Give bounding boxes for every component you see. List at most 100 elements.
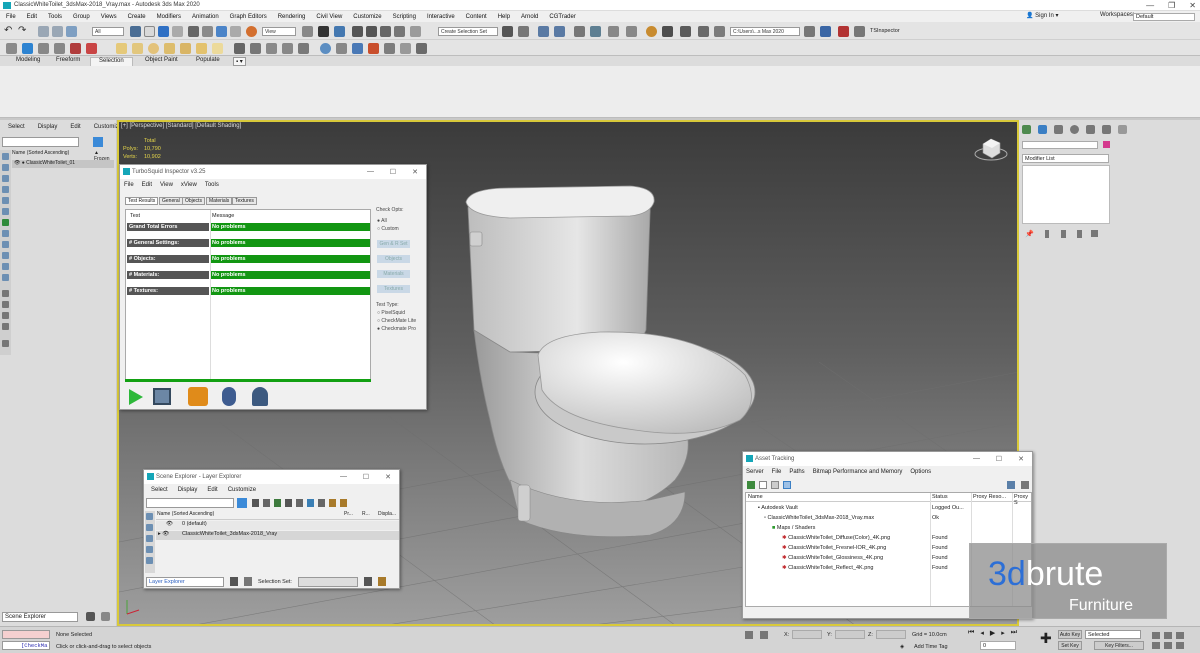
le-camera-filter-icon[interactable] [146, 546, 153, 553]
selection-set-select[interactable] [298, 577, 358, 587]
radio-checkmate-pro[interactable]: ● Checkmate Pro [377, 326, 416, 332]
materials-button[interactable]: Materials [377, 270, 410, 278]
go-to-end-icon[interactable]: ⏭ [1011, 629, 1017, 637]
scene-explorer-select[interactable]: Scene Explorer [2, 612, 78, 622]
asset-row[interactable]: ✱ ClassicWhiteToilet_Diffuse(Color)_4K.p… [780, 534, 1030, 542]
sphere-icon[interactable] [148, 43, 159, 54]
le-col-pr[interactable]: Pr... [344, 511, 353, 517]
selection-set-edit-icon[interactable] [364, 577, 372, 586]
inspector-maximize-button[interactable]: ☐ [390, 168, 396, 176]
make-unique-icon[interactable] [1061, 230, 1066, 238]
toilet-model[interactable] [450, 180, 770, 540]
y-coordinate-field[interactable] [835, 630, 865, 639]
render-iterative-icon[interactable] [680, 26, 691, 37]
tab-test-results[interactable]: Test Results [125, 197, 159, 205]
selection-filter-combo[interactable]: All [92, 27, 124, 36]
play-icon[interactable]: ▶ [990, 629, 995, 637]
se-menu-edit[interactable]: Edit [70, 124, 80, 130]
current-frame-field[interactable]: 0 [980, 641, 1016, 650]
menu-group[interactable]: Group [73, 14, 90, 20]
tab-modeling[interactable]: Modeling [16, 57, 40, 63]
menu-tools[interactable]: Tools [48, 14, 62, 20]
hierarchy-tab-icon[interactable] [1054, 125, 1063, 134]
space-warp-icon[interactable] [282, 43, 293, 54]
plane-icon[interactable] [196, 43, 207, 54]
add-to-layer-icon[interactable] [285, 499, 292, 507]
lock-cell-icon[interactable] [2, 340, 9, 347]
edit-named-selection-icon[interactable] [410, 26, 421, 37]
display-containers-icon[interactable] [2, 252, 9, 259]
display-tab-icon[interactable] [1086, 125, 1095, 134]
tab-populate[interactable]: Populate [196, 57, 220, 63]
selection-set-highlight-icon[interactable] [378, 577, 386, 586]
x-coordinate-field[interactable] [792, 630, 822, 639]
vray-frame-buffer-icon[interactable] [336, 43, 347, 54]
le-minimize-button[interactable]: — [340, 473, 347, 480]
display-helpers-icon[interactable] [2, 197, 9, 204]
asset-row[interactable]: ▫ ClassicWhiteToilet_3dsMax-2018_Vray.ma… [762, 514, 1032, 522]
camera-icon[interactable] [250, 43, 261, 54]
at-minimize-button[interactable]: — [973, 455, 980, 462]
tab-selection[interactable]: Selection [90, 57, 133, 66]
link-icon[interactable] [38, 26, 49, 37]
vray-proxy-icon[interactable] [384, 43, 395, 54]
project-path-combo[interactable]: C:\Users\...s Max 2020 [730, 27, 800, 36]
layer-row[interactable]: ▸ 👁 ClassicWhiteToilet_3dsMax-2018_Vray [156, 531, 399, 540]
add-time-tag[interactable]: Add Time Tag [914, 644, 948, 650]
le-col-name[interactable]: Name (Sorted Ascending) [157, 511, 214, 517]
pan-icon[interactable] [1164, 642, 1172, 649]
textures-button[interactable]: Textures [377, 285, 410, 293]
layer-explorer-icon[interactable] [538, 26, 549, 37]
pixelsquid-icon[interactable] [222, 387, 236, 406]
light-icon[interactable] [212, 43, 223, 54]
asset-row[interactable]: ■ Maps / Shaders [770, 524, 1030, 532]
menu-customize[interactable]: Customize [353, 14, 381, 20]
project-browse-icon[interactable] [820, 26, 831, 37]
placement-icon[interactable] [230, 26, 241, 37]
material-editor-icon[interactable] [608, 26, 619, 37]
layer-explorer-select[interactable]: Layer Explorer [146, 577, 224, 587]
viewcube-icon[interactable] [974, 136, 1012, 166]
at-col-name[interactable]: Name [748, 494, 763, 500]
set-key-button[interactable]: Set Key [1058, 641, 1082, 650]
vray-light-icon[interactable] [352, 43, 363, 54]
named-selection-set-combo[interactable]: Create Selection Set [438, 27, 498, 36]
le-col-display[interactable]: Displa... [378, 511, 396, 517]
project-folder-icon[interactable] [804, 26, 815, 37]
3dsmax-icon[interactable] [188, 387, 208, 406]
menu-rendering[interactable]: Rendering [278, 14, 306, 20]
render-setup-icon[interactable] [626, 26, 637, 37]
unlink-icon[interactable] [52, 26, 63, 37]
paint-select-icon[interactable] [86, 43, 97, 54]
orbit-icon[interactable] [1176, 642, 1184, 649]
menu-animation[interactable]: Animation [192, 14, 219, 20]
object-color-swatch[interactable] [1103, 141, 1110, 148]
z-coordinate-field[interactable] [876, 630, 906, 639]
inspector-menu-file[interactable]: File [124, 182, 134, 188]
open-a360-icon[interactable] [714, 26, 725, 37]
vray-render-icon[interactable] [320, 43, 331, 54]
display-xrefs-icon[interactable] [2, 230, 9, 237]
list-view-icon[interactable] [771, 481, 779, 489]
lock-icon[interactable] [252, 499, 259, 507]
le-helper-filter-icon[interactable] [146, 557, 153, 564]
radio-all[interactable]: ● All [377, 218, 387, 224]
create-tab-icon[interactable] [1022, 125, 1031, 134]
tab-textures[interactable]: Textures [232, 197, 257, 205]
viewport-select-icon[interactable] [22, 43, 33, 54]
col-name-header[interactable]: Name (Sorted Ascending) [12, 150, 69, 156]
tsinspector-label[interactable]: TSInspector [870, 28, 900, 34]
menu-interactive[interactable]: Interactive [427, 14, 455, 20]
modifier-stack[interactable] [1022, 165, 1110, 224]
inspector-menu-tools[interactable]: Tools [205, 182, 219, 188]
document-icon[interactable] [759, 481, 767, 489]
le-light-filter-icon[interactable] [146, 535, 153, 542]
menu-arnold[interactable]: Arnold [521, 14, 538, 20]
tab-materials[interactable]: Materials [206, 197, 233, 205]
filter-icon[interactable] [93, 137, 103, 147]
object-name-field[interactable] [1022, 141, 1098, 149]
le-menu-customize[interactable]: Customize [228, 487, 256, 493]
go-to-start-icon[interactable]: ⏮ [968, 629, 974, 637]
zoom-extents-icon[interactable] [1176, 632, 1184, 639]
sync-selection-icon[interactable] [2, 323, 9, 330]
